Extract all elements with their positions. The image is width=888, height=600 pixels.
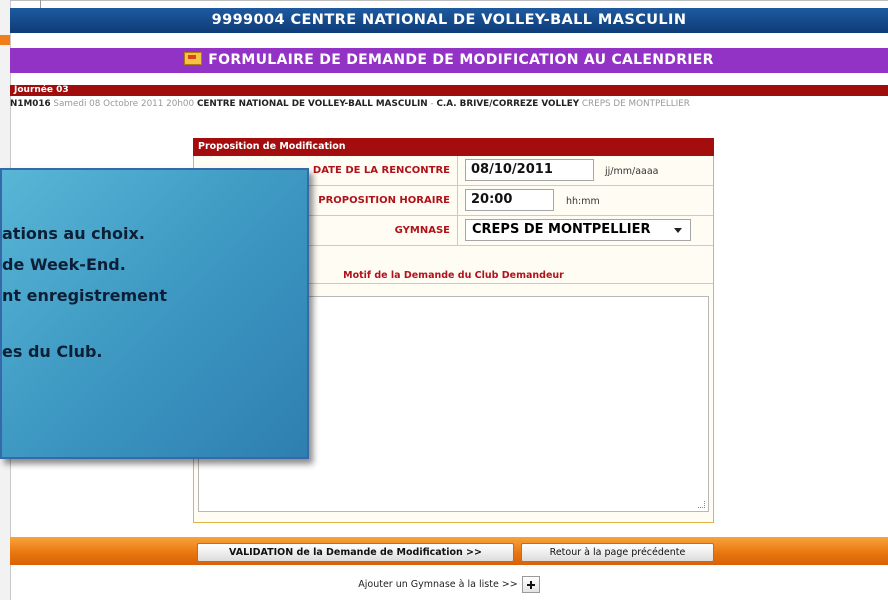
callout-line-1: ations au choix. <box>2 224 145 243</box>
date-input[interactable]: 08/10/2011 <box>465 159 594 181</box>
left-menu-stub <box>0 35 10 45</box>
add-gym-line: Ajouter un Gymnase à la liste >> <box>10 574 888 596</box>
top-divider <box>10 0 888 1</box>
add-gym-label: Ajouter un Gymnase à la liste >> <box>358 579 518 590</box>
venue: CREPS DE MONTPELLIER <box>581 99 690 109</box>
validate-button[interactable]: VALIDATION de la Demande de Modification… <box>197 543 514 562</box>
page-title: 9999004 CENTRE NATIONAL DE VOLLEY-BALL M… <box>10 8 888 33</box>
date-format-hint: jj/mm/aaaa <box>605 166 659 177</box>
match-code: N1M016 <box>10 99 51 109</box>
help-callout: ations au choix. de Week-End. nt enregis… <box>0 168 309 459</box>
form-title: FORMULAIRE DE DEMANDE DE MODIFICATION AU… <box>208 52 714 68</box>
callout-line-2: de Week-End. <box>2 255 126 274</box>
resize-grip-icon[interactable] <box>698 501 705 508</box>
callout-line-3: nt enregistrement <box>2 286 168 305</box>
time-input[interactable]: 20:00 <box>465 189 554 211</box>
plus-icon[interactable] <box>521 576 540 593</box>
match-date: Samedi 08 Octobre 2011 20h00 <box>53 99 195 109</box>
form-title-bar: FORMULAIRE DE DEMANDE DE MODIFICATION AU… <box>10 48 888 73</box>
gym-selected-value: CREPS DE MONTPELLIER <box>472 222 651 237</box>
journee-label: Journée 03 <box>10 85 888 96</box>
form-section-title: Proposition de Modification <box>193 138 714 156</box>
envelope-icon <box>184 52 203 65</box>
home-team: CENTRE NATIONAL DE VOLLEY-BALL MASCULIN <box>196 99 428 109</box>
gym-select[interactable]: CREPS DE MONTPELLIER <box>465 219 691 241</box>
time-format-hint: hh:mm <box>566 196 600 207</box>
back-button[interactable]: Retour à la page précédente <box>521 543 714 562</box>
vs-separator: - <box>430 99 434 109</box>
match-line: N1M016 Samedi 08 Octobre 2011 20h00 CENT… <box>10 97 888 111</box>
chevron-down-icon <box>674 228 682 233</box>
away-team: C.A. BRIVE/CORREZE VOLLEY <box>436 99 580 109</box>
callout-line-4: es du Club. <box>2 342 103 361</box>
